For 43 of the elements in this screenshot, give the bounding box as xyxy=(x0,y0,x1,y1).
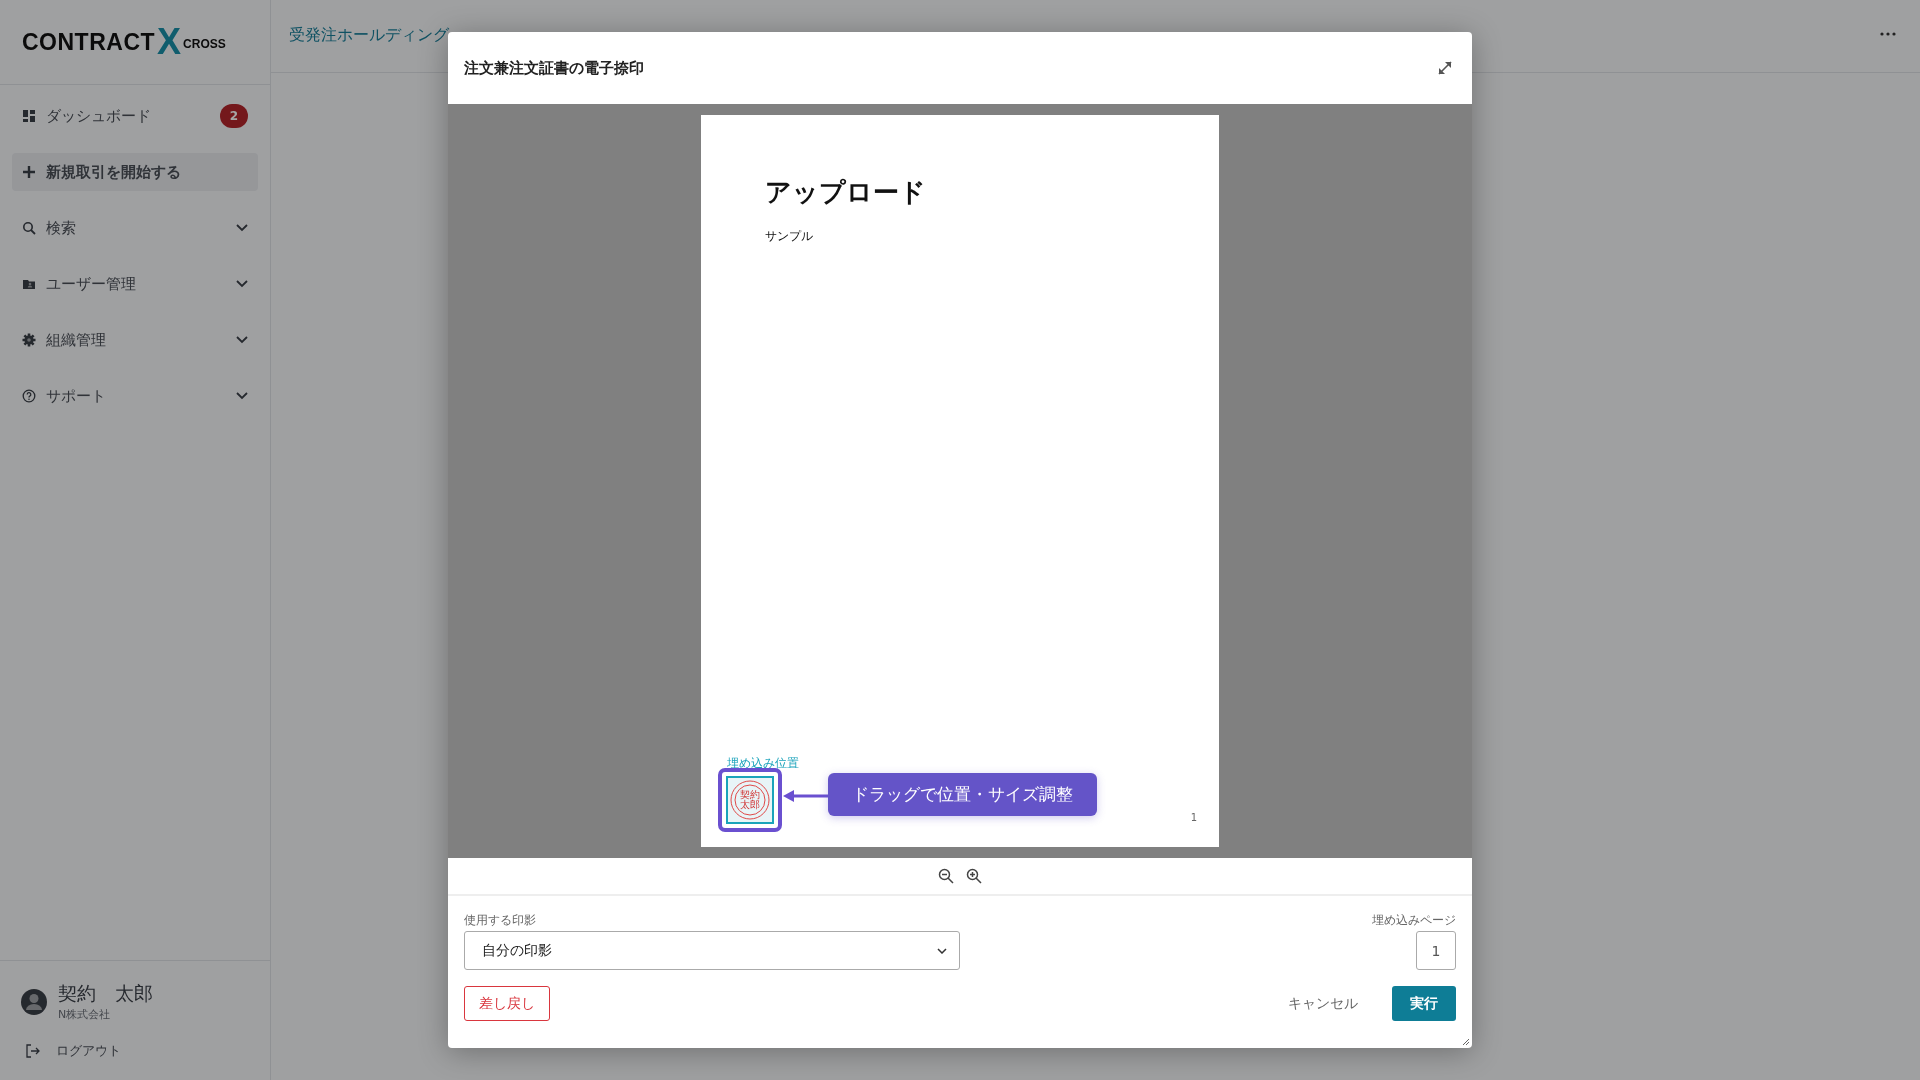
folder-icon xyxy=(22,277,36,291)
seal-drawing: 契約 太郎 xyxy=(726,776,774,824)
grid-icon xyxy=(22,109,36,123)
cancel-button[interactable]: キャンセル xyxy=(1268,986,1378,1021)
sidebar-item[interactable]: 検索 xyxy=(12,209,258,247)
hint-tooltip: ドラッグで位置・サイズ調整 xyxy=(828,773,1097,816)
sidebar-item[interactable]: サポート xyxy=(12,377,258,415)
plus-icon xyxy=(22,165,36,179)
breadcrumb-link[interactable]: 受発注ホールディング xyxy=(289,25,449,46)
sidebar-item[interactable]: ユーザー管理 xyxy=(12,265,258,303)
arrow-icon xyxy=(783,790,829,802)
gear-icon xyxy=(22,333,36,347)
page-input[interactable]: 1 xyxy=(1416,931,1456,970)
company-name: N株式会社 xyxy=(58,1007,112,1022)
search-icon xyxy=(22,221,36,235)
sidebar-item[interactable]: 組織管理 xyxy=(12,321,258,359)
execute-button[interactable]: 実行 xyxy=(1392,986,1456,1021)
count-badge: 2 xyxy=(220,104,248,128)
seal-select[interactable]: 自分の印影 xyxy=(464,931,960,970)
more-icon[interactable] xyxy=(1880,32,1896,36)
page-number: 1 xyxy=(1190,812,1197,823)
field-label: 使用する印影 xyxy=(464,912,537,929)
field-label: 埋め込みページ xyxy=(1372,912,1456,929)
chevron-down-icon xyxy=(236,336,248,344)
avatar-icon xyxy=(20,987,48,1016)
zoom-in-icon[interactable] xyxy=(966,868,982,884)
chevron-down-icon xyxy=(937,947,947,954)
logout-link[interactable]: ログアウト xyxy=(20,1042,250,1060)
document-text: サンプル xyxy=(765,228,813,245)
sidebar-item[interactable]: ダッシュボード 2 xyxy=(12,97,258,135)
help-icon xyxy=(22,389,36,403)
dialog-title: 注文兼注文証書の電子捺印 xyxy=(464,58,644,78)
zoom-out-icon[interactable] xyxy=(938,868,954,884)
user-name: 契約 太郎 xyxy=(58,981,153,1006)
resize-grip-icon[interactable] xyxy=(1462,1038,1470,1046)
document-heading: アップロード xyxy=(765,176,926,209)
chevron-down-icon xyxy=(236,280,248,288)
return-button[interactable]: 差し戻し xyxy=(464,986,550,1021)
logout-icon xyxy=(26,1044,40,1058)
expand-icon[interactable] xyxy=(1436,59,1454,77)
chevron-down-icon xyxy=(236,224,248,232)
stamp-handle[interactable]: 契約 太郎 xyxy=(718,768,782,832)
chevron-down-icon xyxy=(236,392,248,400)
